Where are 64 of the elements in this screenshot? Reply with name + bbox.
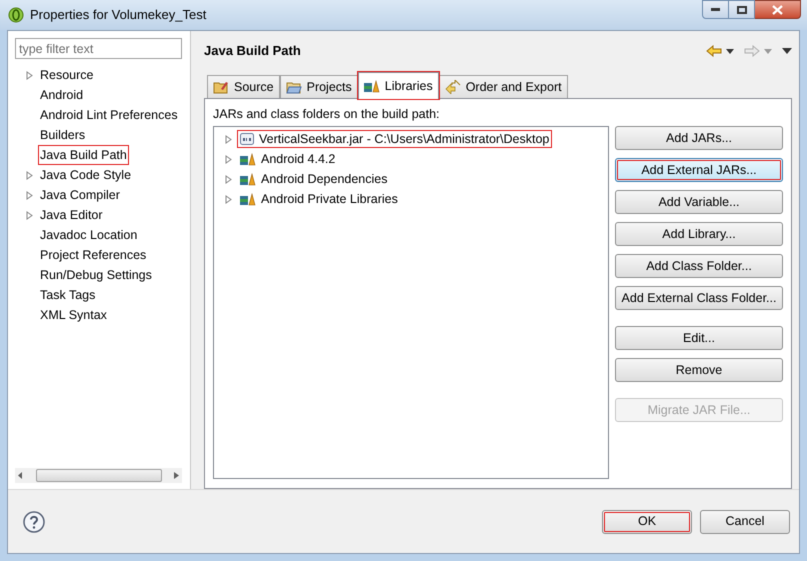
window-title: Properties for Volumekey_Test [30, 6, 206, 24]
expand-arrow-icon[interactable] [225, 194, 232, 204]
tree-item[interactable]: Android Lint Preferences [38, 104, 180, 126]
dialog-button[interactable]: Edit... [615, 326, 783, 350]
tree-item[interactable]: Java Compiler [38, 184, 122, 206]
maximize-button[interactable] [729, 0, 755, 19]
back-arrow-icon[interactable] [706, 45, 722, 57]
tree-item[interactable]: Java Build Path [38, 144, 129, 166]
tree-item[interactable]: Task Tags [38, 284, 98, 306]
expand-arrow-icon[interactable] [225, 154, 232, 164]
dialog-button[interactable]: Add Variable... [615, 190, 783, 214]
tab[interactable]: Libraries [358, 72, 439, 99]
tree-item[interactable]: Project References [38, 244, 148, 266]
tab[interactable]: Order and Export [438, 75, 568, 98]
tree-item[interactable]: Java Editor [38, 204, 105, 226]
jar-file-icon [240, 133, 254, 145]
dialog-button[interactable]: Add External Class Folder... [615, 286, 783, 310]
horizontal-scrollbar[interactable] [15, 468, 182, 483]
folder-icon [286, 80, 302, 94]
list-entry[interactable]: Android 4.4.2 [237, 150, 338, 168]
scroll-left-icon[interactable] [18, 472, 23, 479]
forward-arrow-icon[interactable] [744, 45, 760, 57]
arrows-icon [444, 80, 461, 94]
expand-arrow-icon[interactable] [26, 210, 33, 220]
tree-item[interactable]: Android [38, 84, 86, 106]
dialog-button[interactable]: Remove [615, 358, 783, 382]
dialog-button[interactable]: OK [602, 510, 692, 534]
scroll-right-icon[interactable] [174, 472, 179, 479]
tab[interactable]: Projects [280, 75, 358, 98]
dropdown-icon[interactable] [726, 48, 734, 54]
page-title: Java Build Path [204, 42, 301, 60]
help-icon[interactable] [23, 510, 45, 532]
expand-arrow-icon[interactable] [26, 70, 33, 80]
filter-field[interactable]: type filter text [15, 38, 182, 59]
dialog-button[interactable]: Add JARs... [615, 126, 783, 150]
folder-icon [213, 80, 229, 94]
tree-item[interactable]: Java Code Style [38, 164, 134, 186]
dialog-button[interactable]: Cancel [700, 510, 790, 534]
minimize-button[interactable] [702, 0, 729, 19]
dialog-button[interactable]: Add Class Folder... [615, 254, 783, 278]
books-icon [240, 172, 256, 186]
tree-item[interactable]: Resource [38, 64, 96, 86]
tab[interactable]: Source [207, 75, 280, 98]
app-icon [8, 7, 24, 23]
books-icon [240, 192, 256, 206]
books-icon [240, 152, 256, 166]
tree-item[interactable]: XML Syntax [38, 304, 109, 326]
expand-arrow-icon[interactable] [26, 190, 33, 200]
tree-item[interactable]: Builders [38, 124, 88, 146]
list-entry[interactable]: Android Private Libraries [237, 190, 401, 208]
close-button[interactable] [755, 0, 801, 19]
expand-arrow-icon[interactable] [225, 134, 232, 144]
dialog-button[interactable]: Add External JARs... [615, 158, 783, 182]
books-icon [364, 79, 380, 93]
close-icon [772, 4, 783, 14]
list-label: JARs and class folders on the build path: [213, 106, 441, 122]
view-menu-icon[interactable] [782, 48, 792, 54]
tree-item[interactable]: Javadoc Location [38, 224, 140, 246]
dialog-button[interactable]: Add Library... [615, 222, 783, 246]
expand-arrow-icon[interactable] [225, 174, 232, 184]
tree-item[interactable]: Run/Debug Settings [38, 264, 154, 286]
expand-arrow-icon[interactable] [26, 170, 33, 180]
list-entry[interactable]: VerticalSeekbar.jar - C:\Users\Administrator\Desktop [237, 130, 552, 148]
list-entry[interactable]: Android Dependencies [237, 170, 390, 188]
